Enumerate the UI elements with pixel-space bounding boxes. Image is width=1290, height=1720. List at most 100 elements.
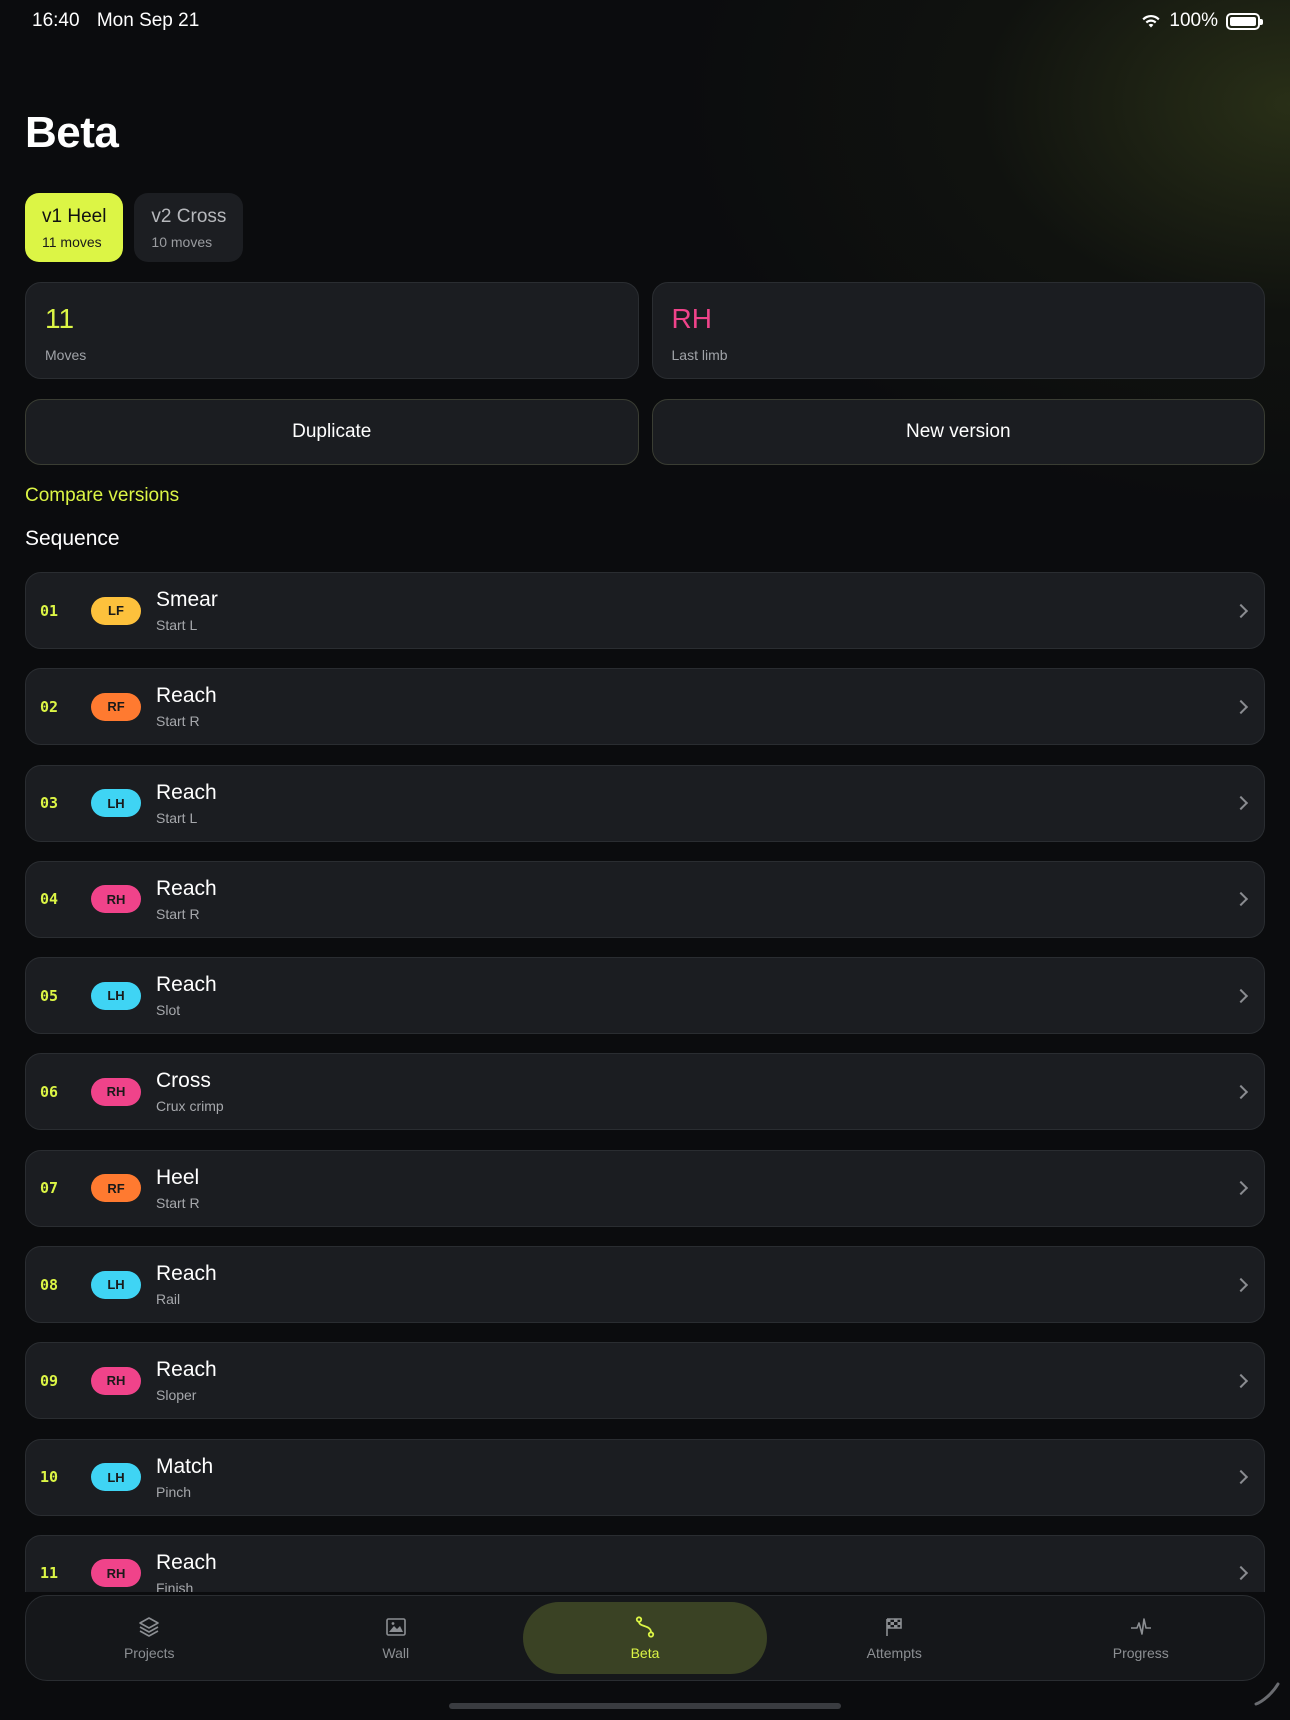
limb-badge: RH [91, 1077, 141, 1106]
move-detail: Rail [156, 1291, 181, 1308]
move-detail: Slot [156, 1002, 181, 1019]
limb-badge: LH [91, 1270, 141, 1299]
move-text: Reach Slot [156, 973, 217, 1018]
sequence-title: Sequence [25, 527, 120, 550]
chevron-right-icon [1233, 1566, 1249, 1581]
move-number: 07 [40, 1179, 59, 1198]
move-text: Reach Rail [156, 1262, 217, 1307]
route-icon [635, 1616, 655, 1638]
move-row[interactable]: 04 RH Reach Start R [25, 860, 1265, 938]
move-text: Reach Sloper [156, 1358, 217, 1403]
move-row[interactable]: 11 RH Reach Finish [25, 1534, 1265, 1592]
limb-badge: RH [91, 1559, 141, 1588]
tab-wall[interactable]: Wall [273, 1596, 520, 1680]
status-left: 16:40 Mon Sep 21 [32, 10, 211, 32]
move-row[interactable]: 03 LH Reach Start L [25, 764, 1265, 842]
move-row[interactable]: 07 RF Heel Start R [25, 1149, 1265, 1227]
move-row[interactable]: 08 LH Reach Rail [25, 1246, 1265, 1324]
move-number: 11 [40, 1564, 59, 1583]
stat-card-moves: 11 Moves [25, 282, 639, 379]
move-number: 09 [40, 1371, 59, 1390]
tab-label: Wall [382, 1645, 410, 1661]
chevron-right-icon [1233, 603, 1249, 618]
tab-label: Progress [1112, 1645, 1169, 1661]
move-number: 04 [40, 890, 59, 909]
move-row[interactable]: 10 LH Match Pinch [25, 1438, 1265, 1516]
limb-badge: LH [91, 981, 141, 1010]
chevron-right-icon [1233, 1181, 1249, 1196]
move-text: Smear Start L [156, 588, 218, 633]
version-move-count: 11 moves [42, 233, 102, 250]
move-text: Reach Start L [156, 781, 217, 826]
version-move-count: 10 moves [151, 233, 213, 250]
move-name: Reach [156, 1550, 217, 1574]
chevron-right-icon [1233, 699, 1249, 714]
move-text: Reach Finish [156, 1551, 217, 1592]
move-row[interactable]: 01 LF Smear Start L [25, 572, 1265, 649]
stat-value: 11 [45, 303, 75, 334]
new-version-button[interactable]: New version [651, 399, 1265, 465]
actions-row: Duplicate New version [25, 399, 1265, 465]
move-name: Reach [156, 1262, 217, 1286]
chevron-right-icon [1233, 1277, 1249, 1292]
image-icon [385, 1618, 406, 1636]
limb-badge: RH [91, 1366, 141, 1395]
limb-badge: LH [91, 789, 141, 818]
move-text: Match Pinch [156, 1455, 213, 1500]
move-name: Heel [156, 1165, 200, 1189]
move-text: Cross Crux crimp [156, 1069, 224, 1114]
stat-label: Moves [45, 347, 87, 363]
page-title: Beta [25, 108, 119, 157]
move-text: Reach Start R [156, 684, 217, 729]
flag-icon [886, 1618, 903, 1636]
stats-row: 11 Moves RH Last limb [25, 282, 1265, 379]
version-chip-v2[interactable]: v2 Cross 10 moves [134, 193, 244, 262]
status-right: 100% [1141, 10, 1263, 32]
move-number: 03 [40, 794, 59, 813]
limb-badge: RH [91, 885, 141, 914]
limb-badge: RF [91, 692, 141, 721]
status-date: Mon Sep 21 [96, 10, 200, 31]
tab-projects[interactable]: Projects [26, 1596, 273, 1680]
version-chip-v1[interactable]: v1 Heel 11 moves [25, 193, 124, 262]
move-detail: Finish [156, 1579, 194, 1592]
move-name: Reach [156, 1358, 217, 1382]
limb-badge: RF [91, 1174, 141, 1203]
version-selector: v1 Heel 11 moves v2 Cross 10 moves [25, 193, 244, 262]
move-row[interactable]: 06 RH Cross Crux crimp [25, 1053, 1265, 1131]
chevron-right-icon [1233, 892, 1249, 907]
move-name: Cross [156, 1069, 211, 1093]
stat-value: RH [671, 303, 712, 334]
move-detail: Start R [156, 1194, 200, 1211]
battery-icon [1226, 12, 1263, 30]
move-name: Reach [156, 973, 217, 997]
move-name: Smear [156, 588, 218, 611]
duplicate-button[interactable]: Duplicate [25, 399, 639, 465]
move-row[interactable]: 02 RF Reach Start R [25, 668, 1265, 746]
wifi-icon [1142, 14, 1160, 28]
tab-attempts[interactable]: Attempts [771, 1596, 1018, 1680]
chevron-right-icon [1233, 1084, 1249, 1100]
tab-label: Projects [123, 1645, 175, 1661]
move-number: 01 [40, 601, 59, 620]
move-detail: Start R [156, 713, 200, 730]
battery-percent: 100% [1169, 10, 1218, 31]
move-row[interactable]: 09 RH Reach Sloper [25, 1342, 1265, 1420]
limb-badge: LH [91, 1463, 141, 1492]
chevron-right-icon [1233, 988, 1249, 1003]
compare-versions-link[interactable]: Compare versions [25, 485, 179, 507]
move-detail: Start L [156, 617, 198, 633]
scribble-icon [1254, 1682, 1280, 1706]
move-name: Match [156, 1454, 214, 1478]
layers-icon [139, 1617, 160, 1637]
move-number: 06 [40, 1082, 59, 1101]
tab-beta[interactable]: Beta [523, 1602, 767, 1674]
move-number: 05 [40, 986, 59, 1005]
tab-progress[interactable]: Progress [1018, 1596, 1265, 1680]
stat-label: Last limb [671, 347, 728, 363]
move-text: Reach Start R [156, 877, 217, 922]
tab-label: Beta [630, 1645, 660, 1661]
move-row[interactable]: 05 LH Reach Slot [25, 957, 1265, 1035]
chevron-right-icon [1233, 796, 1249, 811]
move-number: 08 [40, 1275, 59, 1294]
